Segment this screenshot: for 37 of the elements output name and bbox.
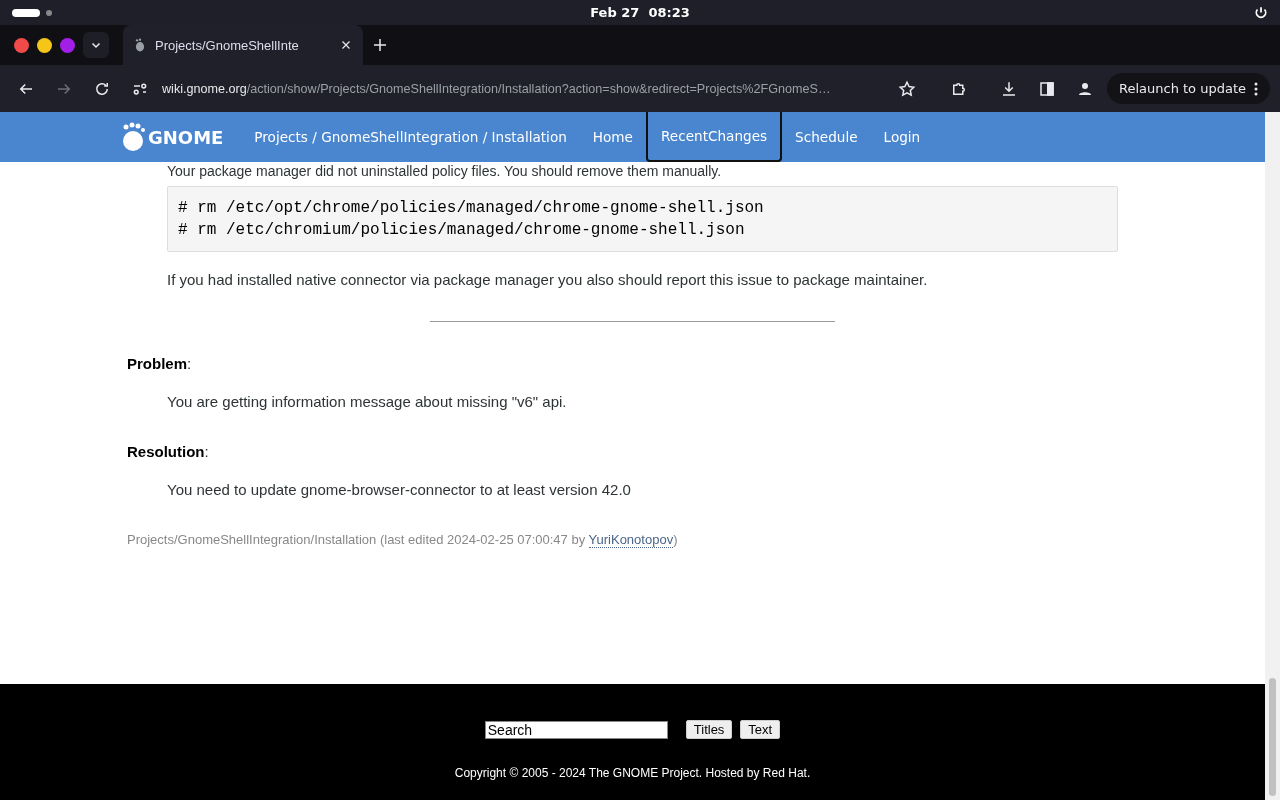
- relaunch-button[interactable]: Relaunch to update: [1107, 73, 1270, 104]
- paragraph: If you had installed native connector via package manager you also should report this issue to package maintainer.: [167, 271, 929, 288]
- minimize-window-button[interactable]: [37, 37, 52, 53]
- tab-list-button[interactable]: [83, 32, 109, 58]
- nav-link[interactable]: Login: [870, 112, 934, 162]
- page-info: Projects/GnomeShellIntegration/Installation (last edited 2024-02-25 07:00:47 by YuriKonotopov): [127, 532, 679, 547]
- address-bar[interactable]: wiki.gnome.org/action/show/Projects/GnomeShellIntegration/Installation?action=show&redirect=Projects%2FGnomeS…: [162, 81, 831, 96]
- download-icon[interactable]: [1000, 79, 1018, 98]
- new-tab-icon[interactable]: [371, 36, 389, 54]
- term-label: Problem:: [127, 355, 193, 372]
- copyright-text: Copyright © 2005 - 2024 The GNOME Project. Hosted by Red Hat.: [454, 766, 811, 780]
- star-icon[interactable]: [898, 79, 916, 98]
- close-window-button[interactable]: [14, 37, 29, 53]
- workspace-indicator[interactable]: [12, 8, 52, 17]
- browser-tab[interactable]: Projects/GnomeShellInte: [123, 25, 363, 65]
- code-block: # rm /etc/opt/chrome/policies/managed/chrome-gnome-shell.json # rm /etc/chromium/policies/managed/chrome-gnome-shell.json: [167, 186, 1118, 252]
- more-icon: [1254, 81, 1258, 96]
- paragraph: You are getting information message about missing "v6" api.: [167, 393, 568, 410]
- gnome-logo[interactable]: GNOME: [120, 122, 224, 152]
- foot-icon: [133, 38, 147, 52]
- nav-link[interactable]: RecentChanges: [646, 112, 783, 162]
- author-link[interactable]: YuriKonotopov: [588, 532, 674, 548]
- search-button[interactable]: Text: [740, 720, 781, 739]
- scrollbar[interactable]: [1265, 112, 1280, 800]
- term-label: Resolution:: [127, 443, 210, 460]
- maximize-window-button[interactable]: [60, 37, 75, 53]
- paragraph: You need to update gnome-browser-connector to at least version 42.0: [167, 481, 632, 498]
- nav-link[interactable]: Schedule: [782, 112, 871, 162]
- paragraph: Your package manager did not uninstalled policy files. You should remove them manually.: [167, 163, 723, 179]
- side-panel-icon[interactable]: [1038, 79, 1056, 98]
- tab-title: Projects/GnomeShellInte: [155, 37, 300, 53]
- clock[interactable]: Feb 27 08:23: [590, 5, 690, 20]
- power-icon[interactable]: [1254, 5, 1268, 20]
- nav-link[interactable]: Projects / GnomeShellIntegration / Installation: [241, 112, 580, 162]
- search-button[interactable]: Titles: [685, 720, 733, 739]
- search-field[interactable]: Search: [484, 720, 668, 739]
- nav-link[interactable]: Home: [579, 112, 646, 162]
